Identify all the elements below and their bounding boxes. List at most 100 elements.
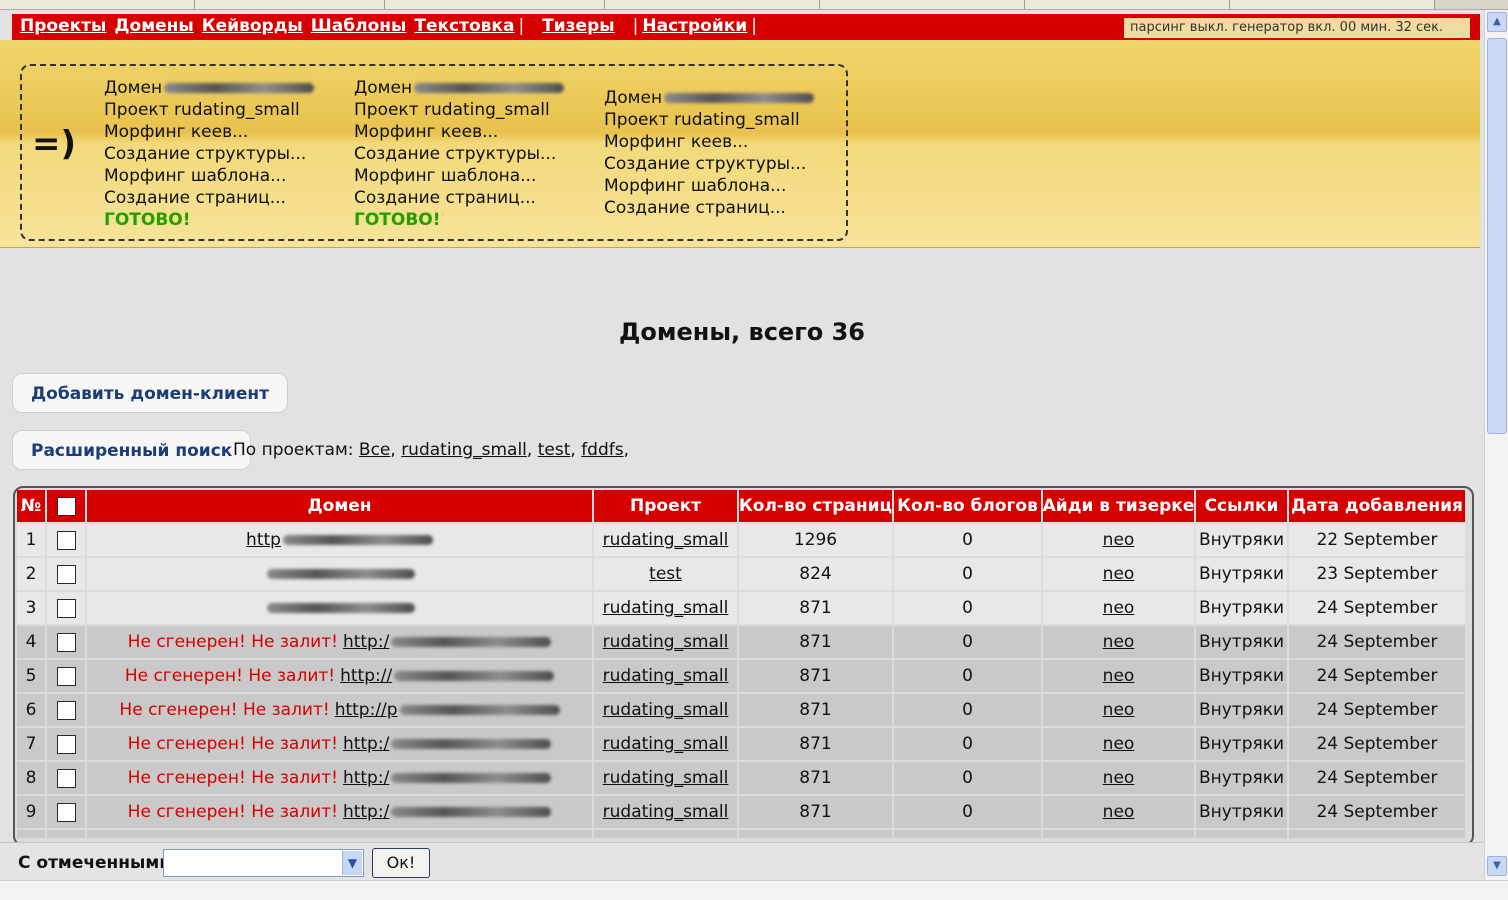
scroll-up-icon[interactable]: ▲ bbox=[1487, 12, 1507, 32]
teaser-id-link[interactable]: neo bbox=[1103, 632, 1135, 652]
project-link[interactable]: test bbox=[649, 564, 682, 584]
ok-button[interactable]: Ок! bbox=[372, 848, 430, 878]
process-domain: Домен bbox=[104, 77, 315, 99]
add-domain-button[interactable]: Добавить домен-клиент bbox=[12, 373, 289, 413]
nav-link-texts[interactable]: Текстовка bbox=[414, 16, 514, 36]
nav-link-keywords[interactable]: Кейворды bbox=[202, 16, 303, 36]
not-generated-warning: Не сгенерен! Не залит! bbox=[124, 666, 336, 686]
filter-link-fddfs[interactable]: fddfs bbox=[581, 440, 623, 460]
nav-link-teasers[interactable]: Тизеры bbox=[542, 16, 614, 36]
blogs-count: 0 bbox=[894, 626, 1041, 658]
redacted-domain bbox=[164, 83, 315, 93]
partial-cell bbox=[47, 830, 85, 838]
filter-link-test[interactable]: test bbox=[538, 440, 571, 460]
domain-link[interactable]: http:/ bbox=[343, 768, 389, 788]
date-added: 23 September bbox=[1289, 558, 1465, 590]
teaser-id-link[interactable]: neo bbox=[1103, 734, 1135, 754]
row-select-cell bbox=[47, 728, 85, 760]
browser-tab[interactable] bbox=[1230, 0, 1435, 9]
row-checkbox[interactable] bbox=[56, 768, 76, 788]
date-added: 24 September bbox=[1289, 728, 1465, 760]
horizontal-scrollbar[interactable] bbox=[0, 880, 1508, 900]
teaser-id-link[interactable]: neo bbox=[1103, 700, 1135, 720]
row-checkbox[interactable] bbox=[56, 700, 76, 720]
teaser-id-link[interactable]: neo bbox=[1103, 564, 1135, 584]
filter-link-all[interactable]: Все bbox=[359, 440, 390, 460]
domain-link[interactable]: http://p bbox=[335, 700, 398, 720]
scroll-down-icon[interactable]: ▼ bbox=[1487, 856, 1507, 876]
browser-tab[interactable] bbox=[820, 0, 1025, 9]
nav-link-templates[interactable]: Шаблоны bbox=[311, 16, 407, 36]
not-generated-warning: Не сгенерен! Не залит! bbox=[127, 802, 338, 822]
process-step: Морфинг кеев... bbox=[604, 132, 749, 152]
project-filter-label: По проектам: bbox=[233, 440, 354, 460]
teaser-id-link[interactable]: neo bbox=[1103, 768, 1135, 788]
teaser-id-cell: neo bbox=[1043, 796, 1194, 828]
row-checkbox[interactable] bbox=[56, 666, 76, 686]
header-select-all[interactable] bbox=[47, 490, 85, 522]
header-domain: Домен bbox=[87, 490, 592, 522]
teaser-id-link[interactable]: neo bbox=[1103, 530, 1135, 550]
teaser-id-cell: neo bbox=[1043, 660, 1194, 692]
page-title: Домены, всего 36 bbox=[619, 318, 865, 346]
project-link[interactable]: rudating_small bbox=[603, 530, 729, 550]
row-number: 1 bbox=[17, 524, 45, 556]
teaser-id-link[interactable]: neo bbox=[1103, 802, 1135, 822]
process-done-label: ГОТОВО! bbox=[104, 210, 191, 230]
nav-link-projects[interactable]: Проекты bbox=[20, 16, 106, 36]
domain-link[interactable]: http:// bbox=[340, 666, 392, 686]
project-link[interactable]: rudating_small bbox=[603, 768, 729, 788]
browser-tab[interactable] bbox=[385, 0, 605, 9]
teaser-id-cell: neo bbox=[1043, 558, 1194, 590]
chevron-down-icon[interactable]: ▼ bbox=[342, 851, 362, 875]
browser-tab-strip bbox=[0, 0, 1508, 10]
pages-count: 871 bbox=[739, 592, 892, 624]
redacted-domain bbox=[414, 83, 565, 93]
process-column: Домен Проект rudating_small Морфинг кеев… bbox=[354, 77, 565, 231]
row-number: 3 bbox=[17, 592, 45, 624]
project-link[interactable]: rudating_small bbox=[603, 598, 729, 618]
project-link[interactable]: rudating_small bbox=[603, 700, 729, 720]
nav-link-settings[interactable]: Настройки bbox=[642, 16, 747, 36]
teaser-id-link[interactable]: neo bbox=[1103, 666, 1135, 686]
domain-cell: http bbox=[87, 524, 592, 556]
domain-cell bbox=[87, 558, 592, 590]
process-step: Создание структуры... bbox=[604, 154, 807, 174]
project-link[interactable]: rudating_small bbox=[603, 802, 729, 822]
row-checkbox[interactable] bbox=[56, 802, 76, 822]
domain-link[interactable]: http:/ bbox=[343, 632, 389, 652]
domain-link[interactable]: http:/ bbox=[343, 802, 389, 822]
domain-link[interactable]: http:/ bbox=[343, 734, 389, 754]
table-row: 9 Не сгенерен! Не залит! http:/ rudating_sm… bbox=[17, 796, 1467, 830]
row-checkbox[interactable] bbox=[56, 734, 76, 754]
scrollbar-thumb[interactable] bbox=[1487, 38, 1507, 434]
row-checkbox[interactable] bbox=[56, 564, 76, 584]
project-link[interactable]: rudating_small bbox=[603, 632, 729, 652]
browser-tab[interactable] bbox=[195, 0, 385, 9]
select-all-checkbox[interactable] bbox=[56, 496, 76, 516]
row-checkbox[interactable] bbox=[56, 598, 76, 618]
advanced-search-button[interactable]: Расширенный поиск bbox=[12, 430, 252, 470]
redacted-domain bbox=[391, 637, 552, 647]
nav-link-domains[interactable]: Домены bbox=[114, 16, 193, 36]
table-row-partial bbox=[17, 830, 1467, 838]
partial-cell bbox=[594, 830, 737, 838]
row-checkbox[interactable] bbox=[56, 530, 76, 550]
browser-tab[interactable] bbox=[0, 0, 195, 9]
row-checkbox[interactable] bbox=[56, 632, 76, 652]
filter-separator: , bbox=[570, 440, 576, 460]
process-step: Создание страниц... bbox=[104, 188, 286, 208]
vertical-scrollbar[interactable]: ▲ ▼ bbox=[1484, 10, 1508, 880]
project-cell: rudating_small bbox=[594, 728, 737, 760]
browser-tab[interactable] bbox=[1025, 0, 1230, 9]
filter-link-rudating-small[interactable]: rudating_small bbox=[401, 440, 527, 460]
project-link[interactable]: rudating_small bbox=[603, 734, 729, 754]
redacted-domain bbox=[391, 773, 552, 783]
table-row: 7 Не сгенерен! Не залит! http:/ rudating_sm… bbox=[17, 728, 1467, 762]
project-link[interactable]: rudating_small bbox=[603, 666, 729, 686]
teaser-id-link[interactable]: neo bbox=[1103, 598, 1135, 618]
browser-tab[interactable] bbox=[605, 0, 820, 9]
bulk-action-select[interactable]: ▼ bbox=[163, 849, 364, 877]
domain-link[interactable]: http bbox=[246, 530, 281, 550]
domain-cell: Не сгенерен! Не залит! http:/ bbox=[87, 796, 592, 828]
